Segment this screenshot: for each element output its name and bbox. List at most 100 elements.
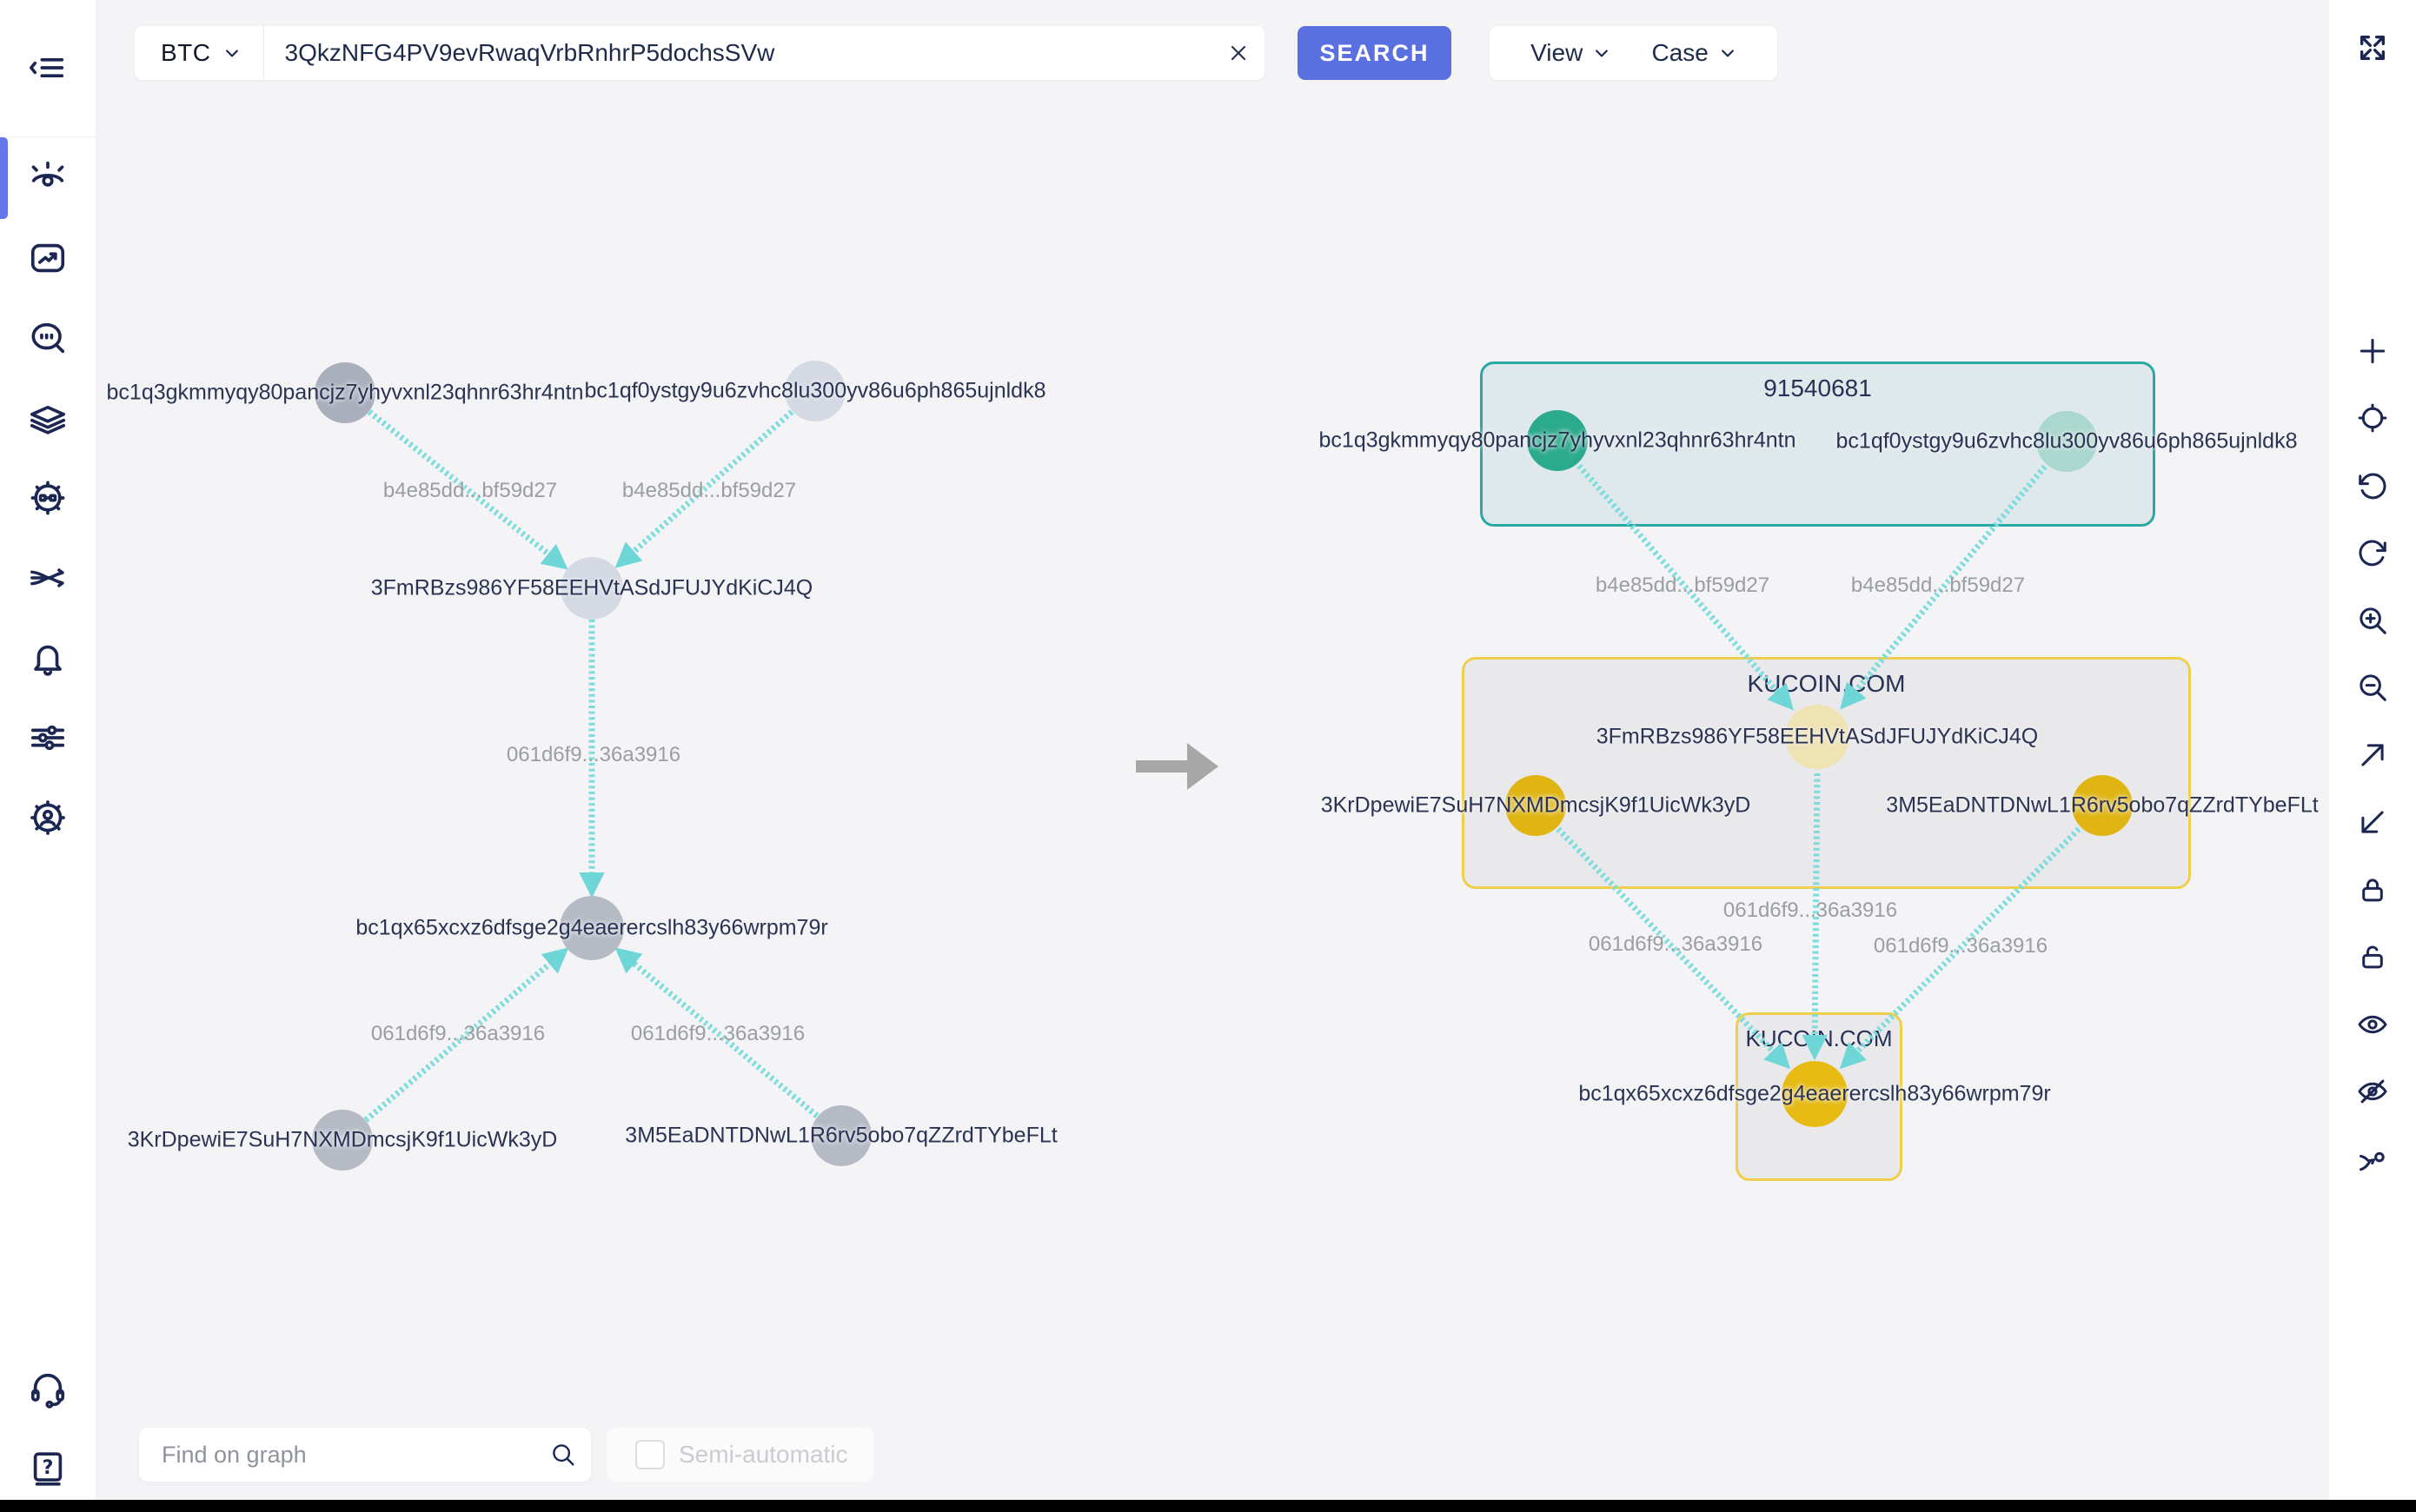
edge-tx-label[interactable]: b4e85dd...bf59d27 <box>1596 574 1769 598</box>
search-button[interactable]: SEARCH <box>1298 26 1451 80</box>
sidebar-item-help[interactable]: ? <box>0 1429 96 1509</box>
node-address-label[interactable]: bc1qx65xcxz6dfsge2g4eaerercslh83y66wrpm7… <box>1578 1082 2050 1107</box>
sidebar-divider <box>0 136 96 137</box>
arrow-up-right-icon <box>2356 739 2389 772</box>
find-on-graph-box <box>139 1428 591 1482</box>
node-address-label[interactable]: 3FmRBzs986YF58EEHVtASdJFUJYdKiCJ4Q <box>371 576 813 601</box>
sidebar-item-support[interactable] <box>0 1349 96 1429</box>
market-chart-icon <box>28 238 68 278</box>
team-settings-icon <box>28 798 68 838</box>
help-guide-icon: ? <box>28 1449 68 1489</box>
target-icon <box>2356 401 2389 434</box>
layers-icon <box>28 398 68 438</box>
graph-view-icon <box>28 158 68 198</box>
edge-tx-label[interactable]: 061d6f9...36a3916 <box>1723 899 1897 923</box>
app-root: { "topbar": { "currency_selector": { "va… <box>0 0 2416 1512</box>
right-toolbar <box>2329 0 2416 1500</box>
cluster-title: KUCOIN.COM <box>1738 1025 1900 1052</box>
plus-icon <box>2356 335 2389 368</box>
filters-icon <box>28 718 68 758</box>
node-address-label[interactable]: 3KrDpewiE7SuH7NXMDmcsjK9f1UicWk3yD <box>128 1128 558 1153</box>
semi-automatic-checkbox[interactable] <box>635 1440 665 1469</box>
integration-gear-icon <box>28 478 68 518</box>
address-search-input[interactable] <box>264 39 1213 67</box>
node-address-label[interactable]: 3M5EaDNTDNwL1R6rv5obo7qZZrdTYbeFLt <box>625 1124 1057 1149</box>
expand-out-button[interactable] <box>2329 725 2416 786</box>
view-case-menus: View Case <box>1490 26 1777 80</box>
view-menu-label: View <box>1530 39 1583 67</box>
node-address-label[interactable]: bc1qx65xcxz6dfsge2g4eaerercslh83y66wrpm7… <box>355 916 827 941</box>
node-address-label[interactable]: bc1q3gkmmyqy80pancjz7yhyvxnl23qhnr63hr4n… <box>107 381 584 406</box>
zoom-out-icon <box>2356 671 2389 704</box>
node-address-label[interactable]: 3KrDpewiE7SuH7NXMDmcsjK9f1UicWk3yD <box>1321 793 1751 819</box>
center-target-button[interactable] <box>2329 388 2416 448</box>
bottom-strip <box>0 1500 2416 1512</box>
cluster-title: 91540681 <box>1483 375 2153 402</box>
chevron-down-icon <box>1719 44 1736 62</box>
semi-automatic-toggle: Semi-automatic <box>607 1428 873 1482</box>
sidebar-item-filters[interactable] <box>0 698 96 778</box>
redo-icon <box>2356 536 2389 569</box>
case-menu[interactable]: Case <box>1651 39 1736 67</box>
eye-icon <box>2356 1008 2389 1041</box>
edge-tx-label[interactable]: 061d6f9...36a3916 <box>1874 934 2048 958</box>
node-address-label[interactable]: 3FmRBzs986YF58EEHVtASdJFUJYdKiCJ4Q <box>1596 725 2039 750</box>
currency-value: BTC <box>161 39 211 67</box>
semi-automatic-label: Semi-automatic <box>679 1441 848 1469</box>
edge-tx-label[interactable]: 061d6f9...36a3916 <box>1589 932 1762 957</box>
find-on-graph-input[interactable] <box>139 1442 535 1469</box>
search-comments-icon <box>28 318 68 358</box>
node-address-label[interactable]: bc1qf0ystgy9u6zvhc8lu300yv86u6ph865ujnld… <box>1836 429 2298 454</box>
sidebar-item-market-chart[interactable] <box>0 218 96 298</box>
search-icon <box>550 1442 576 1468</box>
lock-icon <box>2356 873 2389 906</box>
collapse-in-button[interactable] <box>2329 792 2416 852</box>
edge-tx-label[interactable]: b4e85dd...bf59d27 <box>383 479 557 503</box>
chevron-down-icon <box>1593 44 1610 62</box>
case-menu-label: Case <box>1651 39 1708 67</box>
find-search-button[interactable] <box>535 1442 591 1468</box>
node-address-label[interactable]: 3M5EaDNTDNwL1R6rv5obo7qZZrdTYbeFLt <box>1886 793 2318 819</box>
transform-arrow <box>1136 743 1218 790</box>
hide-all-button[interactable] <box>2329 1061 2416 1122</box>
sidebar-item-graph-view[interactable] <box>0 138 96 218</box>
sidebar-item-trace-split[interactable] <box>0 538 96 618</box>
currency-selector[interactable]: BTC <box>135 26 263 80</box>
sidebar-item-layers[interactable] <box>0 378 96 458</box>
top-bar: BTC SEARCH View Case <box>0 0 2416 109</box>
eye-off-icon <box>2356 1075 2389 1108</box>
add-node-button[interactable] <box>2329 321 2416 381</box>
support-headset-icon <box>28 1369 68 1409</box>
node-address-label[interactable]: bc1qf0ystgy9u6zvhc8lu300yv86u6ph865ujnld… <box>585 379 1046 404</box>
lock-button[interactable] <box>2329 859 2416 920</box>
arrow-down-left-icon <box>2356 806 2389 839</box>
view-menu[interactable]: View <box>1530 39 1610 67</box>
clear-search-button[interactable] <box>1212 26 1264 80</box>
cluster-title: KUCOIN.COM <box>1464 670 2188 698</box>
sidebar-item-notifications[interactable] <box>0 618 96 698</box>
svg-text:?: ? <box>43 1457 54 1479</box>
unlock-button[interactable] <box>2329 926 2416 987</box>
redo-button[interactable] <box>2329 522 2416 583</box>
undo-button[interactable] <box>2329 455 2416 516</box>
search-bar: BTC <box>135 26 1264 80</box>
undo-icon <box>2356 469 2389 502</box>
zoom-out-button[interactable] <box>2329 657 2416 718</box>
unlock-icon <box>2356 940 2389 973</box>
sidebar-item-integration-gear[interactable] <box>0 458 96 538</box>
sidebar-item-search-comments[interactable] <box>0 298 96 378</box>
chevron-down-icon <box>223 44 241 62</box>
sidebar-item-team-settings[interactable] <box>0 778 96 858</box>
bell-icon <box>28 638 68 678</box>
edge-tx-label[interactable]: 061d6f9...36a3916 <box>631 1022 805 1046</box>
cluster-box-kucoin-main[interactable]: KUCOIN.COM <box>1462 657 2191 889</box>
zoom-in-button[interactable] <box>2329 590 2416 651</box>
detach-node-button[interactable] <box>2329 1129 2416 1190</box>
edge-tx-label[interactable]: 061d6f9...36a3916 <box>371 1022 545 1046</box>
edge-tx-label[interactable]: b4e85dd...bf59d27 <box>622 479 796 503</box>
trace-split-icon <box>28 558 68 598</box>
edge-tx-label[interactable]: 061d6f9...36a3916 <box>507 743 680 767</box>
show-all-button[interactable] <box>2329 994 2416 1055</box>
node-address-label[interactable]: bc1q3gkmmyqy80pancjz7yhyvxnl23qhnr63hr4n… <box>1319 428 1796 454</box>
edge-tx-label[interactable]: b4e85dd...bf59d27 <box>1851 574 2025 598</box>
